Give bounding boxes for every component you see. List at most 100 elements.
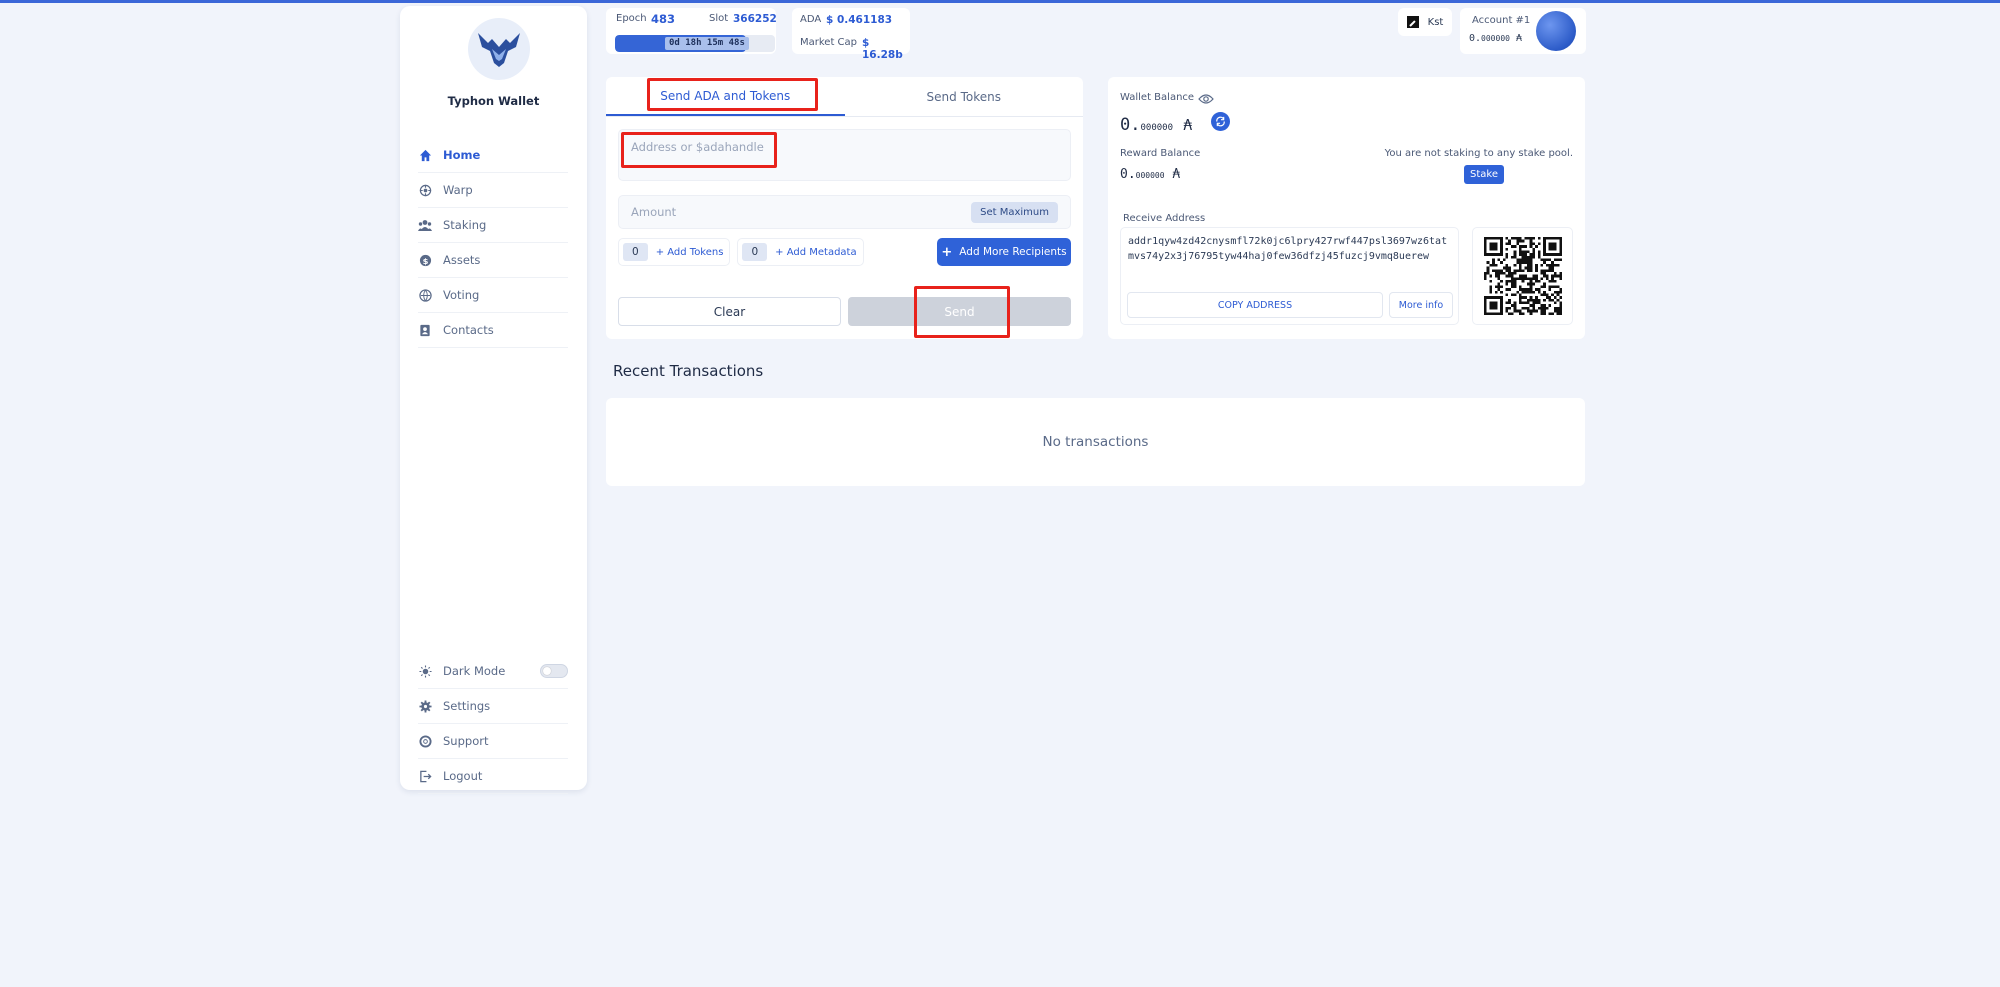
reward-balance-label: Reward Balance — [1120, 148, 1201, 159]
reward-balance-int: 0. — [1120, 167, 1136, 182]
refresh-icon[interactable] — [1211, 112, 1230, 131]
network-selector[interactable]: Kst — [1398, 8, 1452, 36]
clear-button[interactable]: Clear — [618, 297, 841, 326]
wallet-card: Wallet Balance 0.000000 ₳ Reward Balance… — [1108, 77, 1585, 339]
sidebar-item-label: Warp — [443, 183, 473, 197]
sidebar-item-logout[interactable]: Logout — [418, 759, 568, 794]
staking-icon — [418, 218, 432, 232]
ada-symbol: ₳ — [1515, 33, 1523, 44]
epoch-remaining: 0d 18h 15m 48s — [665, 37, 749, 50]
slot-label: Slot — [709, 13, 729, 24]
epoch-progress-bar: 0d 18h 15m 48s — [615, 35, 775, 52]
wallet-balance-label: Wallet Balance — [1120, 92, 1195, 103]
epoch-card: Epoch 483 Slot 366252 0d 18h 15m 48s — [606, 8, 777, 54]
sidebar-item-home[interactable]: Home — [418, 138, 568, 173]
sidebar-item-label: Support — [443, 734, 489, 748]
tab-send-tokens[interactable]: Send Tokens — [845, 77, 1084, 116]
eye-icon[interactable] — [1198, 90, 1214, 109]
sidebar-item-label: Logout — [443, 769, 483, 783]
sidebar-item-dark-mode: Dark Mode — [418, 654, 568, 689]
wallet-balance-dec: 000000 — [1140, 123, 1173, 133]
dark-mode-label: Dark Mode — [443, 664, 506, 678]
avatar[interactable] — [1536, 11, 1576, 51]
sidebar-item-label: Home — [443, 148, 481, 162]
ada-price: $ 0.461183 — [826, 14, 893, 26]
add-recipients-label: Add More Recipients — [959, 246, 1067, 258]
dark-mode-toggle[interactable] — [540, 664, 568, 678]
receive-address-box: addr1qyw4zd42cnysmfl72k0jc6lpry427rwf447… — [1120, 227, 1459, 325]
sidebar-item-support[interactable]: Support — [418, 724, 568, 759]
amount-input[interactable]: Amount Set Maximum — [618, 195, 1071, 229]
warp-icon — [418, 183, 432, 197]
add-more-recipients-button[interactable]: + Add More Recipients — [937, 238, 1071, 266]
typhon-logo — [468, 18, 530, 80]
sidebar: Typhon Wallet Home Warp Staking $ Assets — [400, 6, 587, 794]
sidebar-item-warp[interactable]: Warp — [418, 173, 568, 208]
slot-value: 366252 — [733, 13, 777, 25]
amount-placeholder: Amount — [631, 205, 677, 219]
address-input[interactable]: Address or $adahandle — [618, 129, 1071, 181]
epoch-value: 483 — [651, 12, 676, 26]
sidebar-item-label: Staking — [443, 218, 487, 232]
market-card: ADA $ 0.461183 Market Cap $ 16.28b — [792, 8, 910, 61]
sidebar-item-settings[interactable]: Settings — [418, 689, 568, 724]
contacts-icon — [418, 323, 432, 337]
assets-icon: $ — [418, 253, 432, 267]
logout-icon — [418, 769, 432, 783]
account-balance-int: 0. — [1469, 33, 1482, 44]
qr-code-icon — [1483, 237, 1562, 315]
sidebar-item-label: Assets — [443, 253, 481, 267]
reward-balance-dec: 000000 — [1135, 171, 1165, 180]
sun-icon — [418, 664, 432, 678]
sidebar-item-staking[interactable]: Staking — [418, 208, 568, 243]
ada-label: ADA — [800, 14, 822, 25]
support-icon — [418, 734, 432, 748]
sidebar-item-assets[interactable]: $ Assets — [418, 243, 568, 278]
wallet-balance-int: 0. — [1120, 115, 1141, 135]
add-tokens-button[interactable]: + Add Tokens — [656, 247, 724, 258]
send-tabs: Send ADA and Tokens Send Tokens — [606, 77, 1083, 117]
home-icon — [418, 148, 432, 162]
top-accent-line — [0, 0, 2000, 3]
more-info-button[interactable]: More info — [1389, 292, 1453, 318]
add-metadata-chip[interactable]: 0 + Add Metadata — [737, 238, 864, 266]
token-count: 0 — [623, 243, 648, 261]
account-balance: 0.000000 ₳ — [1469, 33, 1522, 44]
account-balance-dec: 000000 — [1481, 34, 1510, 43]
market-cap-value: $ 16.28b — [862, 37, 903, 61]
qr-code — [1472, 227, 1573, 325]
recent-transactions-card: No transactions — [606, 398, 1585, 486]
sidebar-item-label: Contacts — [443, 323, 494, 337]
network-icon — [1406, 16, 1419, 28]
plus-icon: + — [941, 244, 953, 260]
set-maximum-button[interactable]: Set Maximum — [971, 201, 1058, 223]
network-label: Kst — [1427, 16, 1444, 28]
add-metadata-button[interactable]: + Add Metadata — [775, 247, 856, 258]
sidebar-bottom-nav: Dark Mode Settings Support Logout — [418, 654, 568, 794]
svg-text:$: $ — [422, 255, 428, 265]
market-cap-label: Market Cap — [800, 37, 858, 48]
send-button[interactable]: Send — [848, 297, 1071, 326]
add-tokens-chip[interactable]: 0 + Add Tokens — [618, 238, 731, 266]
wallet-balance: 0.000000 ₳ — [1120, 115, 1192, 135]
not-staking-text: You are not staking to any stake pool. — [1384, 148, 1573, 159]
sidebar-item-contacts[interactable]: Contacts — [418, 313, 568, 348]
sidebar-item-voting[interactable]: Voting — [418, 278, 568, 313]
sidebar-nav: Home Warp Staking $ Assets Voting Contac… — [418, 138, 568, 348]
account-name: Account #1 — [1472, 15, 1531, 26]
receive-address: addr1qyw4zd42cnysmfl72k0jc6lpry427rwf447… — [1128, 236, 1448, 262]
no-transactions-text: No transactions — [1042, 434, 1149, 450]
gear-icon — [418, 699, 432, 713]
send-card: Send ADA and Tokens Send Tokens Address … — [606, 77, 1083, 339]
recent-transactions-title: Recent Transactions — [613, 362, 764, 380]
voting-icon — [418, 288, 432, 302]
ada-symbol: ₳ — [1183, 116, 1193, 134]
copy-address-button[interactable]: COPY ADDRESS — [1127, 292, 1383, 318]
sidebar-item-label: Voting — [443, 288, 480, 302]
sidebar-item-label: Settings — [443, 699, 491, 713]
stake-button[interactable]: Stake — [1464, 165, 1504, 184]
brand-name: Typhon Wallet — [447, 94, 540, 108]
epoch-label: Epoch — [616, 13, 647, 24]
tab-send-ada-and-tokens[interactable]: Send ADA and Tokens — [606, 77, 845, 116]
receive-address-label: Receive Address — [1123, 213, 1206, 224]
